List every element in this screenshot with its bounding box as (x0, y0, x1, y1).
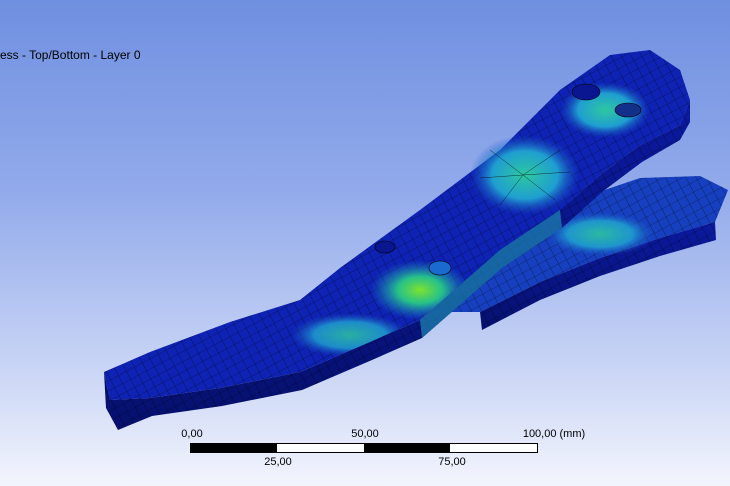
scale-label-50: 50,00 (351, 428, 379, 440)
scale-segment-2 (277, 444, 364, 452)
scale-label-0: 0,00 (181, 428, 203, 440)
scale-segment-4 (450, 444, 537, 452)
scale-ruler: 0,00 50,00 100,00 (mm) 25,00 75,00 (181, 428, 585, 472)
fea-mesh-model[interactable] (0, 0, 730, 486)
scale-label-75: 75,00 (438, 456, 466, 468)
graphics-viewport[interactable]: ess - Top/Bottom - Layer 0 0,00 50,00 10… (0, 0, 730, 486)
scale-label-100: 100,00 (mm) (522, 428, 586, 440)
scale-bar (190, 443, 538, 453)
scale-label-25: 25,00 (264, 456, 292, 468)
scale-segment-1 (191, 444, 277, 452)
scale-segment-3 (364, 444, 450, 452)
